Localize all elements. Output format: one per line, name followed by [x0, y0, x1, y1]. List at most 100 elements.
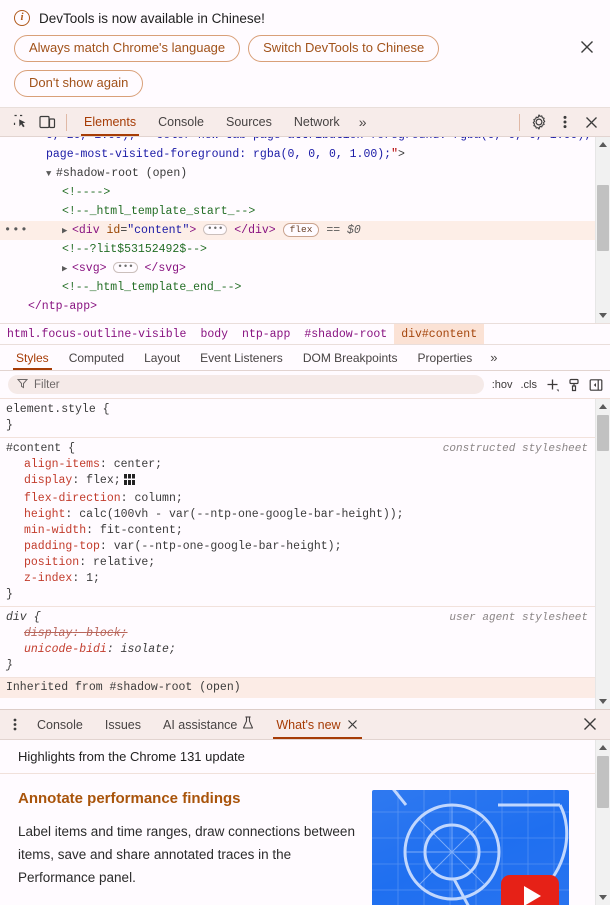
- kebab-menu-icon[interactable]: [552, 110, 578, 134]
- dom-line-comment-empty[interactable]: <!---->: [0, 183, 610, 202]
- css-property-padding-top[interactable]: padding-top: var(--ntp-one-google-bar-he…: [6, 539, 610, 555]
- always-match-language-button[interactable]: Always match Chrome's language: [14, 35, 241, 62]
- rule-element-style[interactable]: element.style { }: [0, 399, 610, 438]
- styles-panel[interactable]: element.style { } constructed stylesheet…: [0, 399, 610, 709]
- tab-dom-breakpoints[interactable]: DOM Breakpoints: [293, 345, 408, 370]
- expand-children-icon[interactable]: •••: [203, 224, 228, 236]
- tab-console[interactable]: Console: [147, 108, 215, 136]
- drawer-tab-issues-label: Issues: [104, 717, 142, 732]
- youtube-play-icon[interactable]: [501, 875, 559, 905]
- css-property-flex-direction[interactable]: flex-direction: column;: [6, 491, 610, 507]
- infobar-actions: Always match Chrome's language Switch De…: [14, 35, 484, 97]
- drawer-tab-ai-assistance[interactable]: AI assistance: [152, 710, 265, 739]
- dom-line-svg[interactable]: ▶ <svg> ••• </svg>: [0, 259, 610, 278]
- drawer-tab-whats-new[interactable]: What's new: [265, 710, 369, 739]
- drawer-close-button[interactable]: [580, 714, 602, 736]
- filter-icon: [16, 378, 29, 392]
- scroll-up-arrow-icon[interactable]: [596, 137, 610, 152]
- rule-div-user-agent[interactable]: user agent stylesheet div { display: blo…: [0, 607, 610, 678]
- dom-line-ntp-app-close[interactable]: </ntp-app>: [0, 297, 610, 316]
- infobar-message: DevTools is now available in Chinese!: [39, 10, 265, 26]
- scroll-down-arrow-icon[interactable]: [596, 308, 610, 323]
- plus-icon[interactable]: [542, 375, 562, 395]
- switch-devtools-language-button[interactable]: Switch DevTools to Chinese: [248, 35, 440, 62]
- dom-line-div-content[interactable]: ••• ▶ <div id="content"> ••• </div> flex …: [0, 221, 610, 240]
- rule-content[interactable]: constructed stylesheet #content { align-…: [0, 438, 610, 607]
- info-icon: i: [14, 10, 30, 26]
- filter-input[interactable]: Filter: [8, 375, 484, 394]
- breadcrumb-item-div-content[interactable]: div#content: [394, 324, 485, 344]
- devtools-close-button[interactable]: [578, 110, 604, 134]
- device-toolbar-icon[interactable]: [34, 110, 60, 134]
- breadcrumb-item-shadow-root[interactable]: #shadow-root: [297, 324, 394, 344]
- styles-scrollbar[interactable]: [595, 399, 610, 709]
- dont-show-again-button[interactable]: Don't show again: [14, 70, 144, 97]
- tab-elements[interactable]: Elements: [73, 108, 147, 136]
- drawer-tab-console[interactable]: Console: [26, 710, 94, 739]
- dom-line-lit-comment[interactable]: <!--?lit$53152492$-->: [0, 240, 610, 259]
- inspect-element-icon[interactable]: [8, 110, 34, 134]
- chrome-devtools-video-thumbnail[interactable]: [372, 790, 569, 905]
- dom-line-menu-icon[interactable]: •••: [4, 221, 29, 240]
- tab-layout[interactable]: Layout: [134, 345, 190, 370]
- css-property-display-ua[interactable]: display: block;: [6, 626, 610, 642]
- tab-sources[interactable]: Sources: [215, 108, 283, 136]
- tab-properties[interactable]: Properties: [408, 345, 483, 370]
- styles-scrollbar-thumb[interactable]: [597, 415, 609, 451]
- dom-scrollbar[interactable]: [595, 137, 610, 323]
- whats-new-scroll-down-icon[interactable]: [596, 890, 610, 905]
- whats-new-scrollbar-thumb[interactable]: [597, 756, 609, 808]
- dom-tree-panel[interactable]: 0, 20, 1.00); --color-new-tab-page-attri…: [0, 137, 610, 323]
- expand-triangle-icon[interactable]: ▼: [46, 165, 56, 184]
- css-property-height[interactable]: height: calc(100vh - var(--ntp-one-googl…: [6, 507, 610, 523]
- devtools-window: i DevTools is now available in Chinese! …: [0, 0, 610, 905]
- flex-grid-icon[interactable]: [123, 474, 135, 491]
- dom-scrollbar-thumb[interactable]: [597, 185, 609, 251]
- tab-event-listeners[interactable]: Event Listeners: [190, 345, 293, 370]
- dom-line-clipped[interactable]: 0, 20, 1.00); --color-new-tab-page-attri…: [0, 137, 610, 145]
- breadcrumb-item-ntp-app[interactable]: ntp-app: [235, 324, 297, 344]
- more-tabs-icon[interactable]: »: [351, 114, 375, 130]
- dom-line-template-start[interactable]: <!--_html_template_start_-->: [0, 202, 610, 221]
- css-property-unicode-bidi[interactable]: unicode-bidi: isolate;: [6, 642, 610, 658]
- style-rule-icon[interactable]: [564, 375, 584, 395]
- whats-new-panel[interactable]: Highlights from the Chrome 131 update An…: [0, 740, 610, 905]
- toggle-element-state-button[interactable]: :hov: [489, 379, 516, 391]
- flex-badge[interactable]: flex: [282, 222, 320, 237]
- tab-styles[interactable]: Styles: [6, 345, 59, 370]
- css-property-position[interactable]: position: relative;: [6, 555, 610, 571]
- infobar-close-button[interactable]: [576, 36, 598, 58]
- css-property-align-items[interactable]: align-items: center;: [6, 457, 610, 473]
- main-toolbar: Elements Console Sources Network »: [0, 108, 610, 137]
- tab-computed[interactable]: Computed: [59, 345, 134, 370]
- dom-line-template-end[interactable]: <!--_html_template_end_-->: [0, 278, 610, 297]
- toggle-sidebar-icon[interactable]: [586, 375, 606, 395]
- expand-children-icon-svg[interactable]: •••: [113, 262, 138, 274]
- rule-close-brace-1: }: [6, 588, 13, 601]
- breadcrumb: html.focus-outline-visible body ntp-app …: [0, 323, 610, 345]
- infobar-message-row: i DevTools is now available in Chinese!: [14, 10, 598, 26]
- dom-line-attribute-continuation[interactable]: page-most-visited-foreground: rgba(0, 0,…: [0, 145, 610, 164]
- css-property-display[interactable]: display: flex;: [6, 473, 610, 491]
- more-sidebar-tabs-icon[interactable]: »: [482, 350, 505, 365]
- collapse-triangle-icon[interactable]: ▶: [62, 222, 72, 241]
- css-property-z-index[interactable]: z-index: 1;: [6, 571, 610, 587]
- dom-line-shadow-root[interactable]: ▼ #shadow-root (open): [0, 164, 610, 183]
- whats-new-section-title-1: Annotate performance findings: [18, 790, 241, 807]
- tab-network[interactable]: Network: [283, 108, 351, 136]
- breadcrumb-item-html[interactable]: html.focus-outline-visible: [0, 324, 193, 344]
- styles-scroll-down-icon[interactable]: [596, 694, 610, 709]
- drawer-tabs: Console Issues AI assistance What's new: [0, 710, 610, 740]
- drawer-menu-icon[interactable]: [4, 713, 26, 737]
- css-property-min-width[interactable]: min-width: fit-content;: [6, 523, 610, 539]
- drawer-tab-close-icon[interactable]: [346, 718, 359, 731]
- element-classes-button[interactable]: .cls: [518, 379, 541, 391]
- breadcrumb-item-body[interactable]: body: [193, 324, 235, 344]
- drawer-tab-issues[interactable]: Issues: [94, 710, 152, 739]
- gear-icon[interactable]: [526, 110, 552, 134]
- styles-scroll-up-icon[interactable]: [596, 399, 610, 414]
- collapse-triangle-icon-svg[interactable]: ▶: [62, 260, 72, 279]
- whats-new-scroll-up-icon[interactable]: [596, 740, 610, 755]
- whats-new-scrollbar[interactable]: [595, 740, 610, 905]
- rule-selector-element-style[interactable]: element.style {: [6, 402, 610, 418]
